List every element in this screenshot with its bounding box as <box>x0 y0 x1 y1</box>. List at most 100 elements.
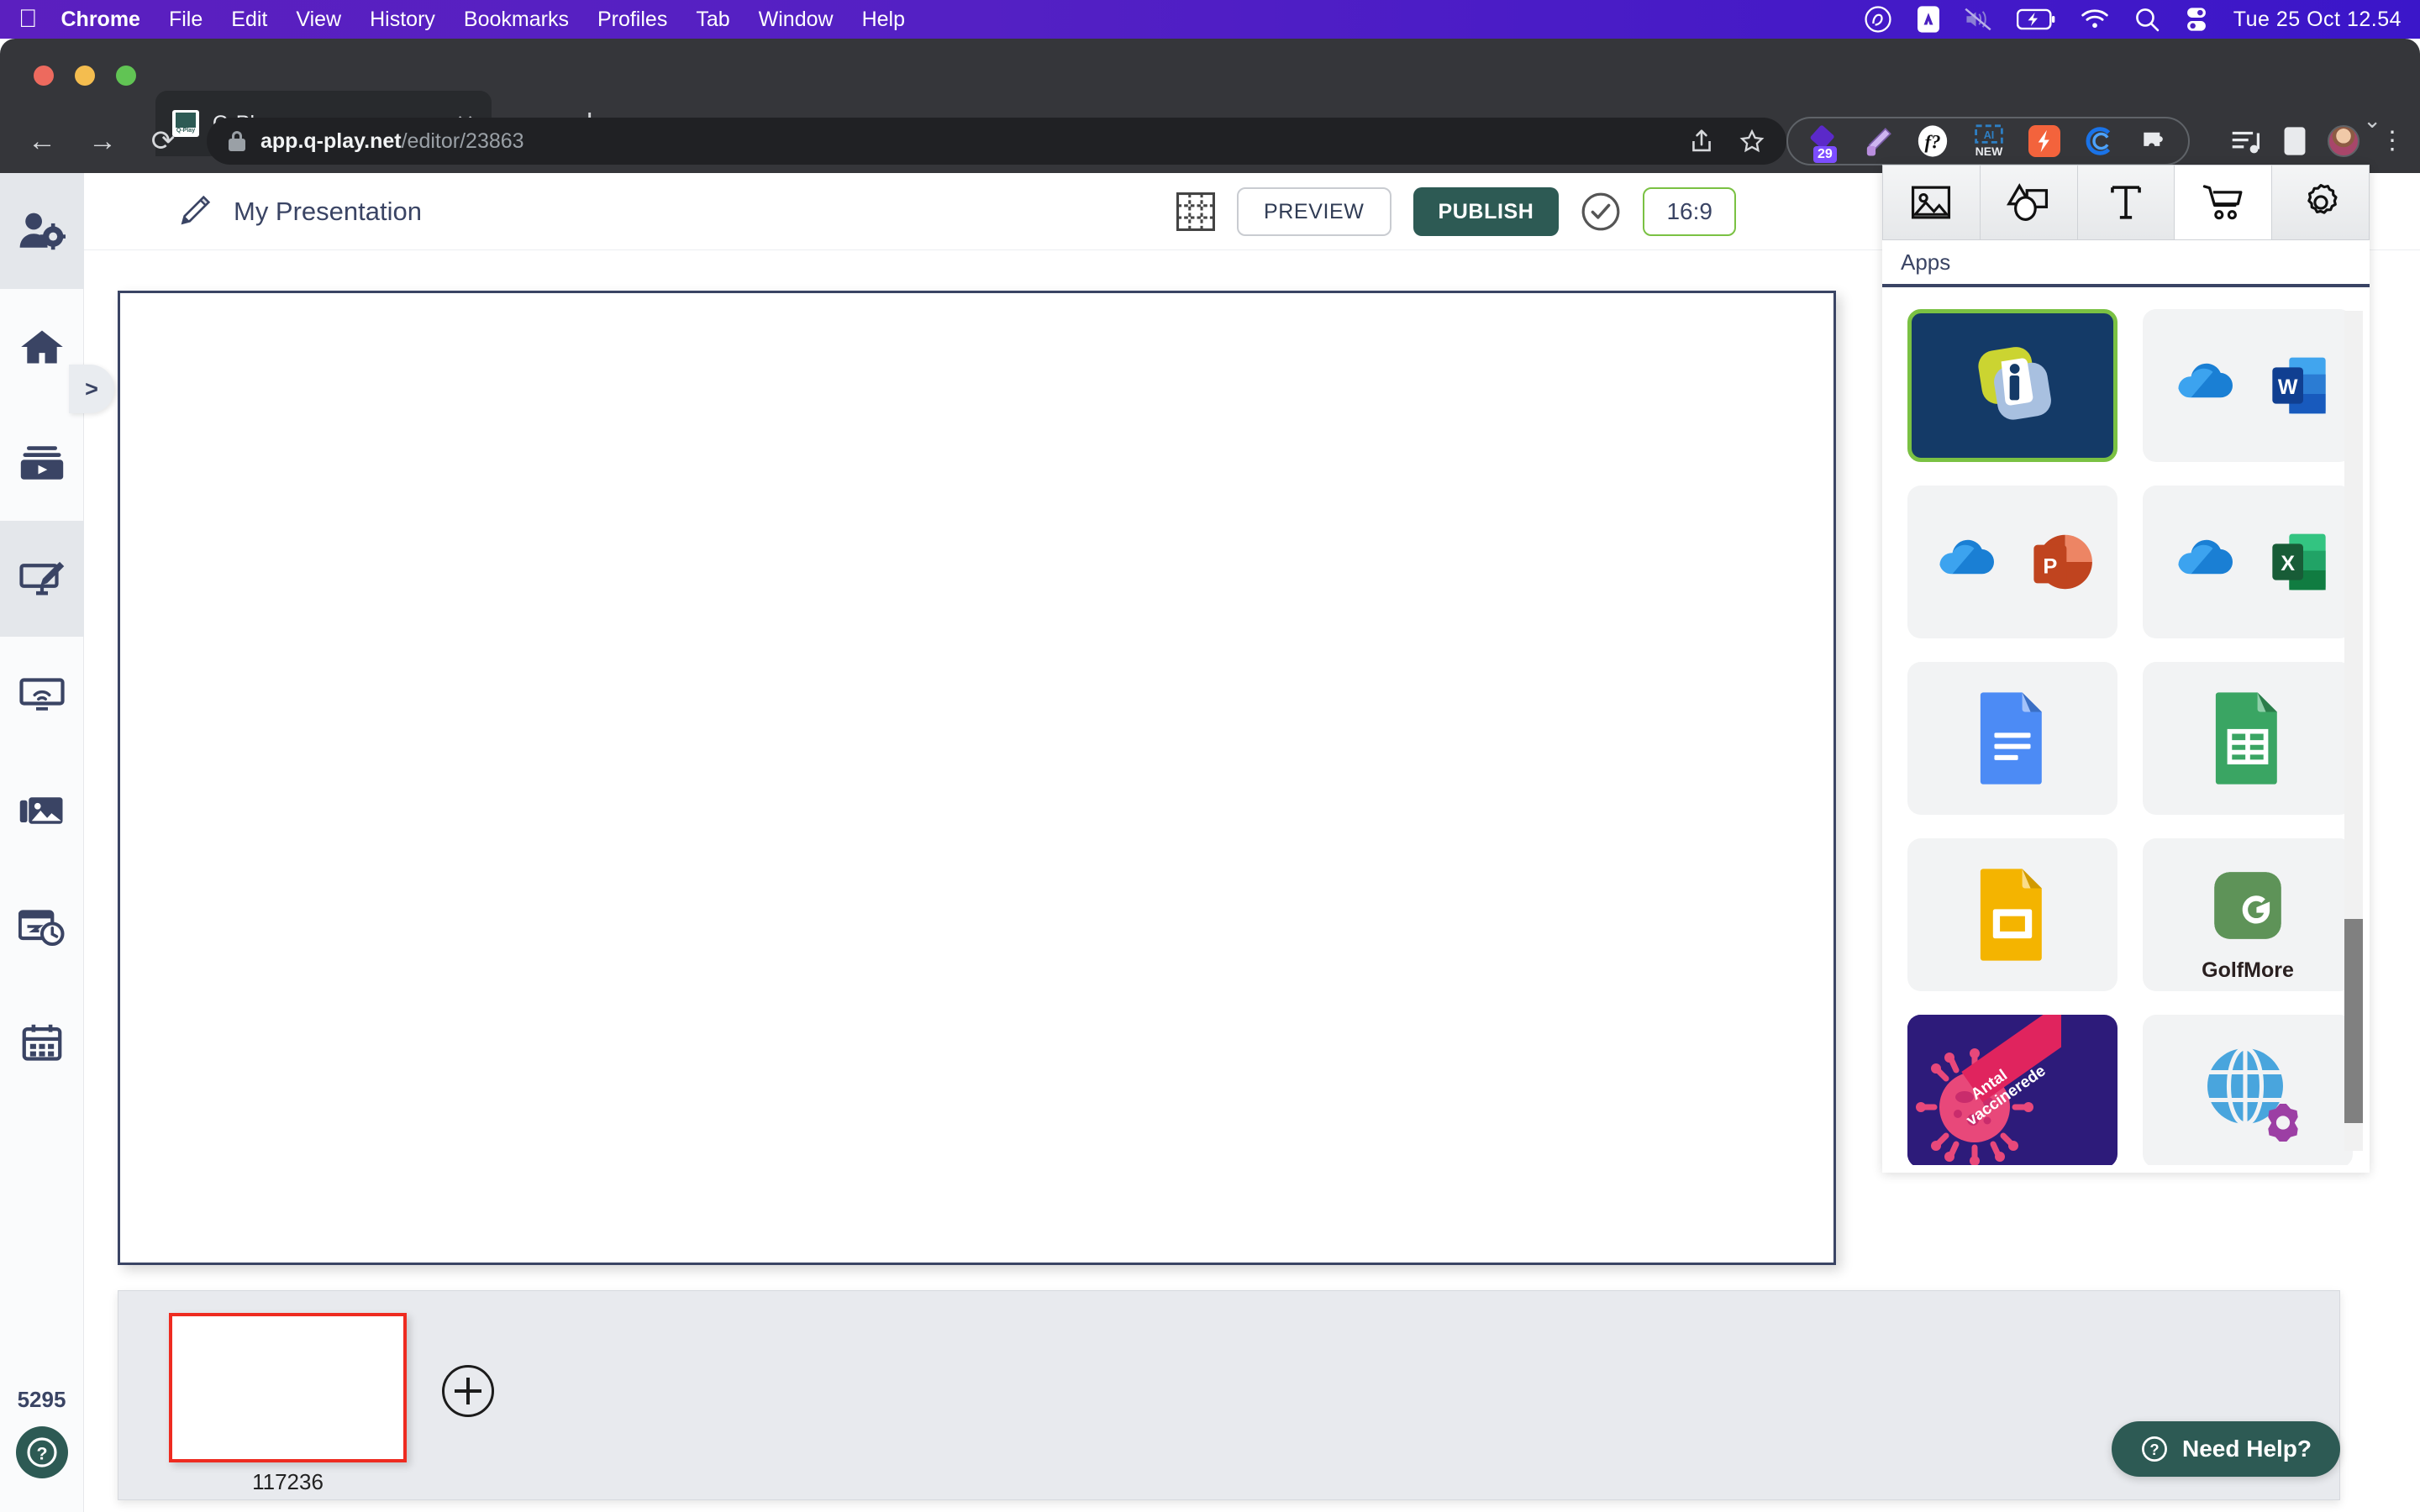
publish-button[interactable]: PUBLISH <box>1413 187 1560 236</box>
tab-settings[interactable] <box>2272 165 2369 239</box>
sidebar-item-screen-cast[interactable] <box>0 637 84 753</box>
tab-shapes[interactable] <box>1980 165 2078 239</box>
tab-apps[interactable] <box>2175 165 2273 239</box>
app-card-infowide[interactable] <box>1907 309 2118 462</box>
sidebar-item-media-library[interactable] <box>0 405 84 521</box>
sidebar-item-calendar[interactable] <box>0 984 84 1100</box>
share-icon[interactable] <box>1689 129 1714 154</box>
svg-text:P: P <box>2043 555 2057 579</box>
menu-item-history[interactable]: History <box>370 8 435 32</box>
menu-item-view[interactable]: View <box>296 8 341 32</box>
address-bar[interactable]: app.q-play.net/editor/23863 <box>207 118 1786 165</box>
tab-text[interactable] <box>2077 165 2175 239</box>
sidebar-item-user-settings[interactable] <box>0 173 84 289</box>
menu-item-window[interactable]: Window <box>759 8 834 32</box>
app-card-web-globe[interactable] <box>2143 1015 2353 1165</box>
app-card-onedrive-powerpoint[interactable]: P <box>1907 486 2118 638</box>
adobe-icon[interactable] <box>1917 6 1939 33</box>
forward-button[interactable]: → <box>84 127 121 155</box>
sidebar-item-image-gallery[interactable] <box>0 753 84 869</box>
wifi-icon[interactable] <box>2081 8 2109 30</box>
reload-button[interactable]: ⟳ <box>145 127 182 155</box>
app-card-onedrive-excel[interactable]: X <box>2143 486 2353 638</box>
menubar-clock[interactable]: Tue 25 Oct 12.54 <box>2233 8 2402 32</box>
app-card-google-sheets[interactable] <box>2143 662 2353 815</box>
purple-diamond-extension-icon[interactable]: 29 <box>1807 124 1840 163</box>
creative-cloud-icon[interactable] <box>1864 5 1892 34</box>
app-label-golfmore: GolfMore <box>2202 958 2294 982</box>
menu-item-bookmarks[interactable]: Bookmarks <box>464 8 569 32</box>
preview-button[interactable]: PREVIEW <box>1237 187 1392 236</box>
new-ai-extension-icon[interactable]: AI NEW <box>1971 123 2007 159</box>
google-slides-icon <box>1980 869 2042 961</box>
orange-lightning-extension-icon[interactable] <box>2028 125 2060 157</box>
control-center-icon[interactable] <box>2185 7 2208 32</box>
address-bar-url: app.q-play.net/editor/23863 <box>260 129 524 154</box>
chrome-menu-icon[interactable]: ⋮ <box>2380 129 2405 153</box>
apps-scroll-container[interactable]: W P X GolfMore Antal vaccinerede <box>1882 287 2370 1165</box>
onedrive-icon <box>2178 363 2233 398</box>
pen-extension-icon[interactable] <box>1862 125 1894 157</box>
browser-tabstrip: Q-Play Q-Play ✕ + ⌄ <box>0 39 2420 156</box>
golfmore-icon <box>2214 872 2281 939</box>
question-circle-icon: ? <box>2142 1436 2167 1462</box>
slide-id-label: 117236 <box>252 1469 324 1494</box>
help-button[interactable]: ? <box>15 1426 68 1478</box>
minimize-window-button[interactable] <box>75 66 95 86</box>
lock-icon <box>229 131 245 151</box>
check-circle-icon[interactable] <box>1581 192 1621 232</box>
svg-text:f?: f? <box>1924 132 1940 153</box>
grid-layout-icon[interactable] <box>1176 192 1215 231</box>
excel-icon: X <box>2272 533 2326 591</box>
onedrive-icon <box>2178 539 2233 575</box>
music-list-icon[interactable] <box>2230 127 2262 155</box>
profile-avatar[interactable] <box>2328 125 2360 157</box>
puzzle-extension-icon[interactable] <box>2138 125 2170 157</box>
menu-item-chrome[interactable]: Chrome <box>61 8 140 32</box>
app-card-google-docs[interactable] <box>1907 662 2118 815</box>
sidebar-item-design-editor[interactable] <box>0 521 84 637</box>
slide-canvas[interactable] <box>118 291 1836 1265</box>
pencil-icon[interactable] <box>176 194 212 229</box>
need-help-button[interactable]: ? Need Help? <box>2111 1421 2340 1477</box>
maximize-window-button[interactable] <box>116 66 136 86</box>
apps-scrollbar-thumb[interactable] <box>2344 919 2363 1123</box>
side-panel-icon[interactable] <box>2282 126 2307 156</box>
search-icon[interactable] <box>2134 7 2160 32</box>
blue-c-extension-icon[interactable] <box>2082 124 2116 158</box>
battery-charging-icon[interactable] <box>2016 8 2055 30</box>
slide-canvas-wrapper <box>118 291 1836 1265</box>
account-number: 5295 <box>17 1387 66 1412</box>
svg-text:?: ? <box>36 1444 47 1464</box>
f-question-extension-icon[interactable]: f? <box>1916 124 1949 158</box>
slide-thumbnail[interactable] <box>169 1313 407 1462</box>
assets-panel-tabs <box>1882 165 2370 240</box>
app-card-covid-vaccine[interactable]: Antal vaccinerede <box>1907 1015 2118 1165</box>
svg-text:X: X <box>2281 552 2295 575</box>
browser-window-chrome: Q-Play Q-Play ✕ + ⌄ ← → ⟳ app.q-play.net… <box>0 39 2420 173</box>
page-title[interactable]: My Presentation <box>234 197 422 227</box>
browser-toolbar: ← → ⟳ app.q-play.net/editor/23863 29 f? … <box>0 109 2420 173</box>
tab-images[interactable] <box>1883 165 1981 239</box>
back-button[interactable]: ← <box>24 127 60 155</box>
bookmark-star-icon[interactable] <box>1739 129 1765 154</box>
close-window-button[interactable] <box>34 66 54 86</box>
menu-item-tab[interactable]: Tab <box>696 8 729 32</box>
app-card-onedrive-word[interactable]: W <box>2143 309 2353 462</box>
assets-panel: Apps W P X GolfMore Antal vaccinerede <box>1882 165 2370 1173</box>
menu-item-profiles[interactable]: Profiles <box>597 8 667 32</box>
aspect-ratio-badge[interactable]: 16:9 <box>1643 187 1736 236</box>
sidebar-item-schedule-clock[interactable] <box>0 869 84 984</box>
menu-item-file[interactable]: File <box>169 8 203 32</box>
add-slide-button[interactable] <box>442 1365 494 1417</box>
menu-item-edit[interactable]: Edit <box>231 8 267 32</box>
menu-item-help[interactable]: Help <box>862 8 905 32</box>
speaker-muted-icon[interactable] <box>1965 8 1991 31</box>
app-card-google-slides[interactable] <box>1907 838 2118 991</box>
onedrive-icon <box>1939 539 1994 575</box>
sidebar-expand-toggle[interactable]: > <box>69 365 114 413</box>
slide-filmstrip: 117236 <box>118 1290 2340 1500</box>
svg-text:W: W <box>2278 375 2298 399</box>
app-card-golfmore[interactable]: GolfMore <box>2143 838 2353 991</box>
apple-logo-icon[interactable]:  <box>18 7 38 32</box>
